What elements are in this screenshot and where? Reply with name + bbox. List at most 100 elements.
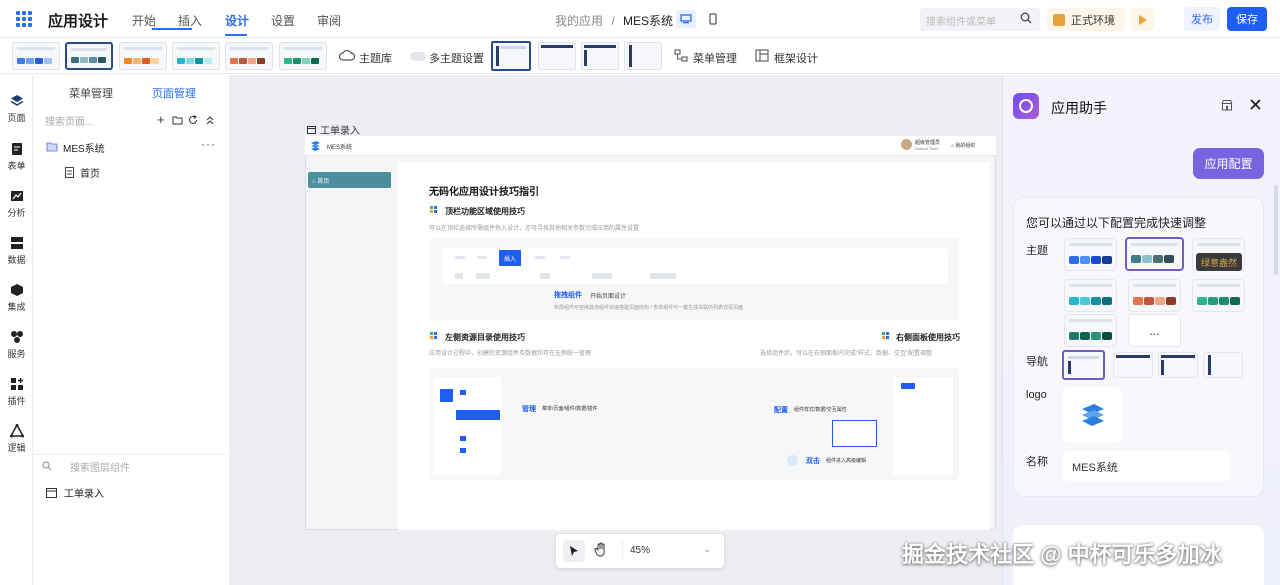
rail-label: 分析 — [7, 208, 26, 218]
theme-option-teal[interactable] — [1064, 314, 1117, 347]
tab-page-manage[interactable]: 页面管理 — [152, 85, 196, 101]
breadcrumb-parent[interactable]: 我的应用 — [555, 14, 603, 28]
theme-swatch-slate[interactable] — [65, 42, 113, 70]
rail-item-integration[interactable]: 集成 — [0, 283, 33, 313]
theme-option-coral[interactable] — [1128, 279, 1181, 312]
save-button[interactable]: 保存 — [1227, 7, 1267, 31]
menu-insert[interactable]: 插入 — [178, 12, 202, 29]
menu-manage-label[interactable]: 菜单管理 — [693, 50, 737, 66]
assistant-scrollbar[interactable] — [1274, 185, 1278, 275]
frame-design-icon[interactable] — [755, 49, 769, 65]
refresh-icon[interactable] — [188, 114, 198, 128]
theme-swatch-orange[interactable] — [119, 42, 167, 70]
name-label: 名称 — [1026, 456, 1048, 468]
rail-item-logic[interactable]: 逻辑 — [0, 423, 33, 454]
rail-item-data[interactable]: 数据 — [0, 236, 33, 266]
doc-title: 无码化应用设计技巧指引 — [429, 187, 539, 198]
frame-label-text: 工单录入 — [320, 126, 360, 137]
add-page-icon[interactable]: + — [157, 113, 165, 126]
section-icon — [430, 332, 437, 339]
rail-item-analysis[interactable]: 分析 — [0, 189, 33, 219]
mini-bar — [535, 256, 545, 259]
logic-icon — [9, 423, 24, 438]
layer-search-input[interactable]: 搜索图层组件 — [70, 459, 130, 474]
theme-library-label[interactable]: 主题库 — [359, 50, 392, 66]
layout-top-side-nav[interactable] — [581, 42, 619, 70]
theme-swatch-green[interactable] — [279, 42, 327, 70]
logo-upload[interactable] — [1063, 387, 1122, 443]
select-tool-button[interactable] — [563, 540, 585, 562]
breadcrumb-current: MES系统 — [623, 14, 674, 28]
illustration-right-panel — [893, 377, 953, 475]
mini-bar — [560, 256, 570, 259]
preview-header — [305, 136, 996, 156]
multi-theme-label[interactable]: 多主题设置 — [429, 50, 484, 66]
preview-logo-icon — [310, 140, 321, 151]
assistant-logo-icon — [1013, 93, 1039, 119]
rail-item-form[interactable]: 表单 — [0, 142, 33, 172]
theme-swatch-coral[interactable] — [225, 42, 273, 70]
page-search-input[interactable]: 搜索页面... — [45, 113, 93, 128]
theme-option-green[interactable] — [1192, 279, 1245, 312]
menu-design[interactable]: 设计 — [225, 12, 249, 29]
run-button[interactable] — [1131, 8, 1154, 31]
layer-item[interactable]: 工单录入 — [46, 485, 104, 500]
theme-option-blue[interactable] — [1064, 238, 1117, 271]
manage-desc: 菜单/页面/组件/数据/插件 — [542, 406, 598, 412]
zoom-select[interactable]: 45% ⌄ — [622, 540, 718, 562]
theme-option-slate[interactable] — [1125, 237, 1184, 271]
mini-block — [476, 273, 490, 279]
rail-item-plugin[interactable]: 插件 — [0, 377, 33, 407]
drag-desc: 布局组件可容纳其他组件快速搭建页面结构 / 表单组件可一键生成关联的列表详情页面 — [554, 305, 744, 311]
tree-page-home[interactable]: 首页 — [65, 165, 100, 180]
theme-more-button[interactable]: ... — [1128, 314, 1181, 347]
mini-block — [455, 273, 463, 279]
zoom-value: 45% — [630, 545, 651, 556]
layout-compact-nav[interactable] — [624, 42, 662, 70]
menu-start[interactable]: 开始 — [132, 12, 156, 29]
section2-title: 左侧资源目录使用技巧 — [445, 333, 525, 342]
section2-desc: 应用设计过程中，创建的资源组件及数据均可在左侧统一管理 — [429, 351, 592, 357]
environment-icon — [1053, 13, 1065, 26]
desktop-preview-icon[interactable] — [676, 10, 696, 28]
section-icon — [430, 206, 437, 213]
rail-label: 页面 — [7, 113, 26, 123]
folder-icon — [46, 142, 58, 152]
multi-theme-toggle[interactable] — [410, 52, 426, 61]
collapse-all-icon[interactable] — [205, 114, 215, 128]
rail-label: 表单 — [7, 161, 26, 171]
theme-swatch-blue[interactable] — [12, 42, 60, 70]
form-icon — [10, 142, 24, 156]
menu-manage-icon[interactable] — [674, 49, 688, 65]
active-tab-underline — [152, 28, 192, 30]
more-icon[interactable]: ··· — [201, 138, 216, 150]
nav-option-side[interactable] — [1062, 350, 1105, 380]
environment-button[interactable]: 正式环境 — [1047, 8, 1125, 31]
layout-top-nav[interactable] — [538, 42, 576, 70]
search-icon[interactable] — [1020, 12, 1032, 24]
app-config-button[interactable]: 应用配置 — [1193, 148, 1264, 179]
layout-side-nav[interactable] — [491, 41, 531, 71]
apps-grid-icon[interactable] — [16, 11, 32, 27]
publish-button[interactable]: 发布 — [1184, 7, 1220, 31]
add-folder-icon[interactable] — [172, 114, 183, 128]
frame-design-label[interactable]: 框架设计 — [774, 50, 818, 66]
theme-option-cyan[interactable] — [1064, 279, 1117, 312]
mini-block — [650, 273, 676, 279]
mobile-preview-icon[interactable] — [703, 10, 723, 28]
theme-library-icon[interactable] — [338, 49, 356, 66]
app-name-field[interactable]: MES系统 — [1063, 451, 1231, 481]
close-icon[interactable] — [1250, 99, 1261, 113]
rail-item-service[interactable]: 服务 — [0, 330, 33, 360]
menu-review[interactable]: 审阅 — [317, 12, 341, 29]
menu-settings[interactable]: 设置 — [271, 12, 295, 29]
rail-item-page[interactable]: 页面 — [0, 94, 33, 124]
hand-tool-icon[interactable] — [594, 542, 608, 560]
mini-bar — [455, 256, 465, 259]
nav-option-top[interactable] — [1113, 352, 1153, 378]
nav-option-top-side[interactable] — [1158, 352, 1198, 378]
tab-menu-manage[interactable]: 菜单管理 — [69, 85, 113, 101]
shop-icon[interactable] — [1221, 99, 1233, 114]
nav-option-compact[interactable] — [1203, 352, 1243, 378]
theme-swatch-cyan[interactable] — [172, 42, 220, 70]
